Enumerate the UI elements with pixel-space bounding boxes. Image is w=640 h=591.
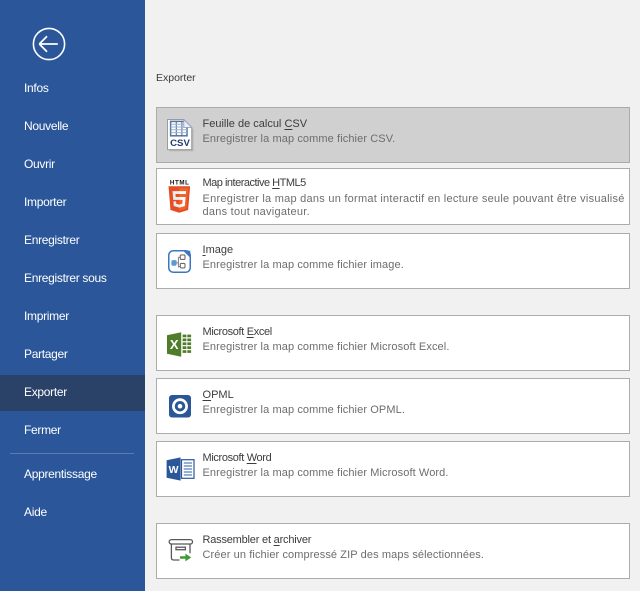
svg-text:W: W <box>169 464 179 476</box>
svg-text:X: X <box>170 337 179 352</box>
svg-text:CSV: CSV <box>170 138 190 149</box>
svg-text:HTML: HTML <box>170 179 190 186</box>
